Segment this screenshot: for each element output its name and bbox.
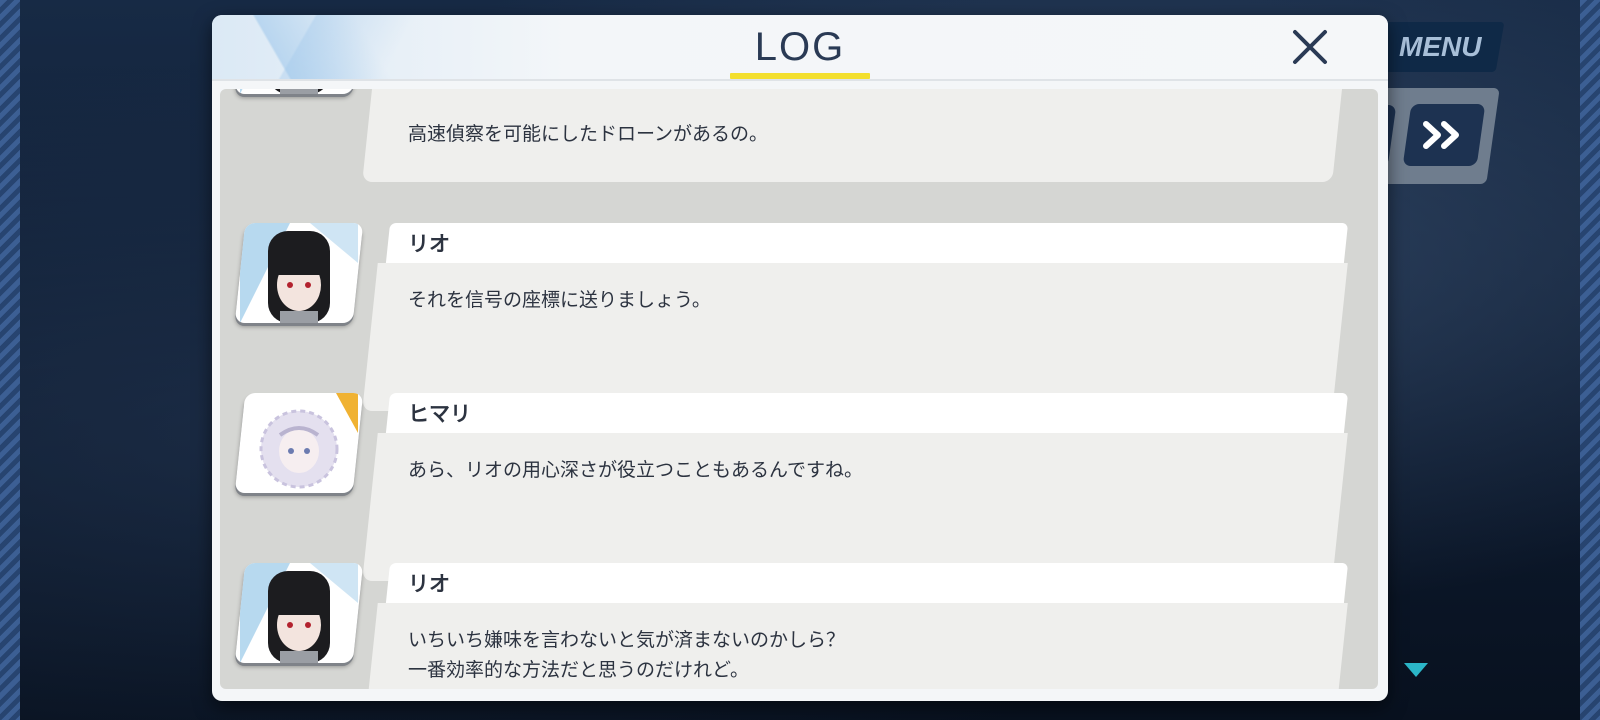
fast-forward-icon xyxy=(1423,121,1459,149)
rio-portrait-icon xyxy=(240,563,358,663)
close-button[interactable] xyxy=(1290,27,1330,67)
log-list[interactable]: 高速偵察を可能にしたドローンがあるの。 リオ それを信号の座標に送りましょう。 … xyxy=(220,89,1378,689)
speaker-portrait xyxy=(234,89,364,94)
dialogue-line: いちいち嫌味を言わないと気が済まないのかしら？ xyxy=(408,629,846,651)
rio-portrait-icon xyxy=(240,223,358,323)
speaker-name: ヒマリ xyxy=(408,402,471,426)
dialogue-line: 一番効率的な方法だと思うのだけれど。 xyxy=(408,659,750,681)
dialogue-text: あら、リオの用心深さが役立つこともあるんですね。 xyxy=(408,455,863,485)
dialogue-text: いちいち嫌味を言わないと気が済まないのかしら？ 一番効率的な方法だと思うのだけれ… xyxy=(408,625,845,685)
log-header: LOG xyxy=(212,15,1388,81)
speaker-name-bar xyxy=(385,393,1349,433)
speaker-portrait xyxy=(234,223,364,323)
title-underline xyxy=(730,73,870,79)
dialogue-line: あら、リオの用心深さが役立つこともあるんですね。 xyxy=(408,459,864,481)
menu-button[interactable]: MENU xyxy=(1375,22,1505,72)
dialogue-text: それを信号の座標に送りましょう。 xyxy=(408,285,711,315)
speaker-name-bar xyxy=(385,223,1349,263)
speaker-name: リオ xyxy=(408,232,450,256)
dialogue-text: 高速偵察を可能にしたドローンがあるの。 xyxy=(408,119,768,149)
rio-portrait-icon xyxy=(240,89,330,94)
scroll-down-indicator-icon xyxy=(1404,663,1428,677)
log-window: LOG 高速偵察を可能にしたドローンがあるの。 リオ それを信号の座標に送りまし… xyxy=(212,15,1388,701)
speaker-portrait xyxy=(234,393,364,493)
speaker-name-bar xyxy=(385,563,1349,603)
menu-label: MENU xyxy=(1398,31,1482,62)
speaker-name: リオ xyxy=(408,572,450,596)
speaker-portrait xyxy=(234,563,364,663)
left-border-stripe xyxy=(0,0,20,720)
close-icon xyxy=(1293,30,1327,64)
dialogue-line: 高速偵察を可能にしたドローンがあるの。 xyxy=(408,123,769,145)
himari-portrait-icon xyxy=(259,393,358,489)
dialogue-line: それを信号の座標に送りましょう。 xyxy=(408,289,711,311)
right-border-stripe xyxy=(1580,0,1600,720)
log-title: LOG xyxy=(754,25,846,69)
fast-forward-button[interactable] xyxy=(1402,104,1486,166)
